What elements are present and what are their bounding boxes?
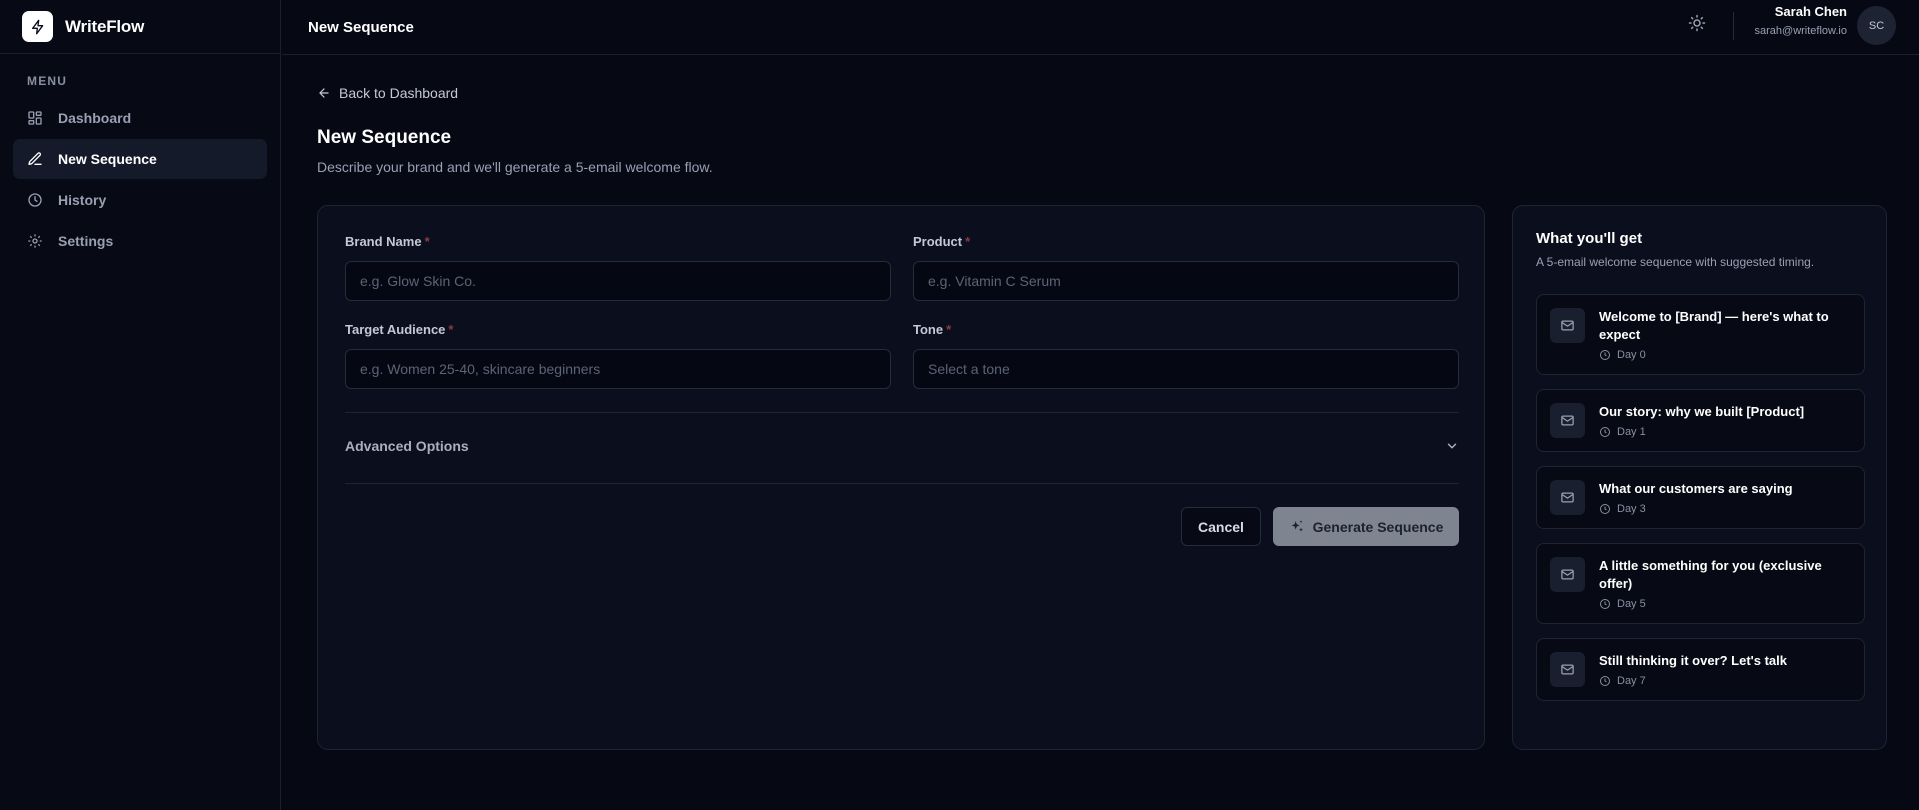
- sun-icon[interactable]: [1688, 14, 1706, 32]
- sidebar-item-label: Dashboard: [58, 110, 132, 126]
- page-title: New Sequence: [317, 127, 452, 148]
- email-timing: Day 5: [1599, 598, 1850, 610]
- sparkles-icon: [1289, 519, 1305, 535]
- clock-icon: [27, 192, 43, 208]
- generate-sequence-button[interactable]: Generate Sequence: [1273, 507, 1459, 546]
- advanced-options-toggle[interactable]: Advanced Options: [345, 438, 1459, 454]
- user-email: sarah@writeflow.io: [1754, 25, 1847, 37]
- user-name: Sarah Chen: [1774, 4, 1847, 19]
- back-link-label: Back to Dashboard: [339, 85, 459, 101]
- email-subject: Welcome to [Brand] — here's what to expe…: [1599, 309, 1829, 342]
- product-field: Product * e.g. Vitamin C Serum: [913, 234, 1459, 301]
- list-item: Still thinking it over? Let's talk Day 7: [1536, 638, 1865, 701]
- header-divider: [1733, 12, 1734, 40]
- preview-subtitle: A 5-email welcome sequence with suggeste…: [1536, 255, 1815, 269]
- page-subtitle: Describe your brand and we'll generate a…: [317, 159, 713, 175]
- sidebar-item-new-sequence[interactable]: New Sequence: [13, 139, 267, 179]
- list-item: A little something for you (exclusive of…: [1536, 543, 1865, 624]
- gear-icon: [27, 233, 43, 249]
- app-name: WriteFlow: [65, 16, 145, 36]
- advanced-options-label: Advanced Options: [345, 438, 469, 454]
- mail-icon: [1550, 308, 1585, 343]
- sidebar-item-settings[interactable]: Settings: [13, 221, 267, 261]
- sequence-preview-card: What you'll get A 5-email welcome sequen…: [1512, 205, 1887, 750]
- email-list: Welcome to [Brand] — here's what to expe…: [1536, 294, 1865, 715]
- clock-icon: [1599, 349, 1611, 361]
- preview-title: What you'll get: [1536, 230, 1643, 247]
- brand-name-label: Brand Name *: [345, 234, 430, 249]
- list-item: Our story: why we built [Product] Day 1: [1536, 389, 1865, 452]
- clock-icon: [1599, 675, 1611, 687]
- arrow-left-icon: [317, 86, 331, 100]
- clock-icon: [1599, 598, 1611, 610]
- form-divider: [345, 483, 1459, 484]
- list-item: Welcome to [Brand] — here's what to expe…: [1536, 294, 1865, 375]
- mail-icon: [1550, 480, 1585, 515]
- user-info[interactable]: Sarah Chen sarah@writeflow.io: [1755, 4, 1847, 37]
- avatar[interactable]: SC: [1857, 6, 1896, 45]
- sidebar: WriteFlow MENU Dashboard New Sequence Hi…: [0, 0, 281, 810]
- pen-icon: [27, 151, 43, 167]
- tone-field: Tone * Select a tone: [913, 322, 1459, 389]
- target-audience-input[interactable]: e.g. Women 25-40, skincare beginners: [345, 349, 891, 389]
- brand-name-field: Brand Name * e.g. Glow Skin Co.: [345, 234, 891, 301]
- email-subject: A little something for you (exclusive of…: [1599, 558, 1822, 591]
- email-subject: Still thinking it over? Let's talk: [1599, 653, 1788, 668]
- sidebar-item-label: New Sequence: [58, 151, 157, 167]
- email-subject: Our story: why we built [Product]: [1599, 404, 1805, 419]
- form-divider: [345, 412, 1459, 413]
- top-bar: New Sequence Sarah Chen sarah@writeflow.…: [282, 0, 1919, 55]
- brand-name-input[interactable]: e.g. Glow Skin Co.: [345, 261, 891, 301]
- sidebar-nav: Dashboard New Sequence History Settings: [13, 98, 267, 262]
- sidebar-item-history[interactable]: History: [13, 180, 267, 220]
- email-timing: Day 7: [1599, 675, 1850, 687]
- sequence-form: Brand Name * e.g. Glow Skin Co. Product * …: [317, 205, 1485, 750]
- tone-select[interactable]: Select a tone: [913, 349, 1459, 389]
- chevron-down-icon: [1445, 439, 1459, 453]
- cancel-button[interactable]: Cancel: [1181, 507, 1261, 546]
- mail-icon: [1550, 652, 1585, 687]
- email-timing: Day 3: [1599, 503, 1850, 515]
- grid-icon: [27, 110, 43, 126]
- clock-icon: [1599, 426, 1611, 438]
- mail-icon: [1550, 403, 1585, 438]
- tone-label: Tone *: [913, 322, 952, 337]
- sidebar-item-label: History: [58, 192, 107, 208]
- generate-sequence-label: Generate Sequence: [1312, 518, 1444, 535]
- brand[interactable]: WriteFlow: [0, 0, 280, 54]
- target-audience-label: Target Audience *: [345, 322, 454, 337]
- product-label: Product *: [913, 234, 971, 249]
- back-to-dashboard-link[interactable]: Back to Dashboard: [317, 85, 458, 101]
- menu-label: MENU: [27, 74, 68, 88]
- header-title: New Sequence: [308, 18, 414, 36]
- product-input[interactable]: e.g. Vitamin C Serum: [913, 261, 1459, 301]
- clock-icon: [1599, 503, 1611, 515]
- email-timing: Day 1: [1599, 426, 1850, 438]
- sidebar-item-label: Settings: [58, 233, 114, 249]
- list-item: What our customers are saying Day 3: [1536, 466, 1865, 529]
- bolt-logo-icon: [22, 11, 53, 42]
- sidebar-item-dashboard[interactable]: Dashboard: [13, 98, 267, 138]
- target-audience-field: Target Audience * e.g. Women 25-40, skinc…: [345, 322, 891, 389]
- email-timing: Day 0: [1599, 349, 1850, 361]
- email-subject: What our customers are saying: [1599, 481, 1793, 496]
- mail-icon: [1550, 557, 1585, 592]
